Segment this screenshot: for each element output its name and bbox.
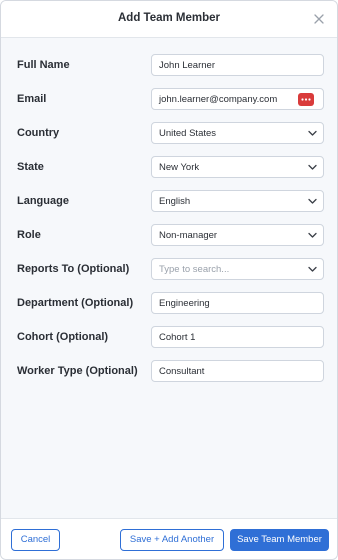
role-row: Role Non-manager [1, 224, 337, 248]
dialog-title: Add Team Member [117, 12, 221, 24]
state-value: New York [159, 162, 200, 173]
state-row: State New York [1, 156, 337, 180]
worker-type-row: Worker Type (Optional) Consultant [1, 360, 337, 384]
full-name-input[interactable]: John Learner [151, 54, 324, 76]
cohort-value: Cohort 1 [159, 332, 196, 343]
chevron-down-icon [308, 164, 317, 170]
full-name-row: Full Name John Learner [1, 54, 337, 78]
country-value: United States [159, 128, 217, 139]
chevron-down-icon [308, 232, 317, 238]
department-row: Department (Optional) Engineering [1, 292, 337, 316]
close-icon[interactable] [313, 13, 325, 25]
email-row: Email john.learner@company.com [1, 88, 337, 112]
password-manager-icon[interactable] [298, 93, 314, 106]
chevron-down-icon [308, 266, 317, 272]
dialog-footer: Cancel Save + Add Another Save Team Memb… [1, 518, 337, 559]
reports-to-search-select[interactable]: Type to search... [151, 258, 324, 280]
worker-type-label: Worker Type (Optional) [17, 365, 138, 377]
country-row: Country United States [1, 122, 337, 146]
role-label: Role [17, 229, 41, 241]
role-value: Non-manager [159, 230, 218, 241]
chevron-down-icon [308, 130, 317, 136]
department-label: Department (Optional) [17, 297, 134, 309]
full-name-value: John Learner [159, 60, 215, 71]
save-add-another-button[interactable]: Save + Add Another [120, 529, 224, 551]
chevron-down-icon [308, 198, 317, 204]
language-select[interactable]: English [151, 190, 324, 212]
language-value: English [159, 196, 191, 207]
email-label: Email [17, 93, 47, 105]
email-value: john.learner@company.com [159, 94, 278, 105]
email-input[interactable]: john.learner@company.com [151, 88, 324, 110]
department-value: Engineering [159, 298, 210, 309]
state-select[interactable]: New York [151, 156, 324, 178]
reports-to-row: Reports To (Optional) Type to search... [1, 258, 337, 282]
state-label: State [17, 161, 44, 173]
role-select[interactable]: Non-manager [151, 224, 324, 246]
cohort-label: Cohort (Optional) [17, 331, 109, 343]
save-team-member-button[interactable]: Save Team Member [230, 529, 329, 551]
department-input[interactable]: Engineering [151, 292, 324, 314]
country-select[interactable]: United States [151, 122, 324, 144]
cohort-input[interactable]: Cohort 1 [151, 326, 324, 348]
dialog-header: Add Team Member [1, 1, 337, 38]
reports-to-placeholder: Type to search... [159, 264, 230, 275]
cancel-button[interactable]: Cancel [11, 529, 60, 551]
worker-type-value: Consultant [159, 366, 205, 377]
cohort-row: Cohort (Optional) Cohort 1 [1, 326, 337, 350]
add-team-member-dialog: Add Team Member Full Name John Learner E… [0, 0, 338, 560]
country-label: Country [17, 127, 60, 139]
language-label: Language [17, 195, 69, 207]
full-name-label: Full Name [17, 59, 70, 71]
language-row: Language English [1, 190, 337, 214]
worker-type-input[interactable]: Consultant [151, 360, 324, 382]
reports-to-label: Reports To (Optional) [17, 263, 130, 275]
